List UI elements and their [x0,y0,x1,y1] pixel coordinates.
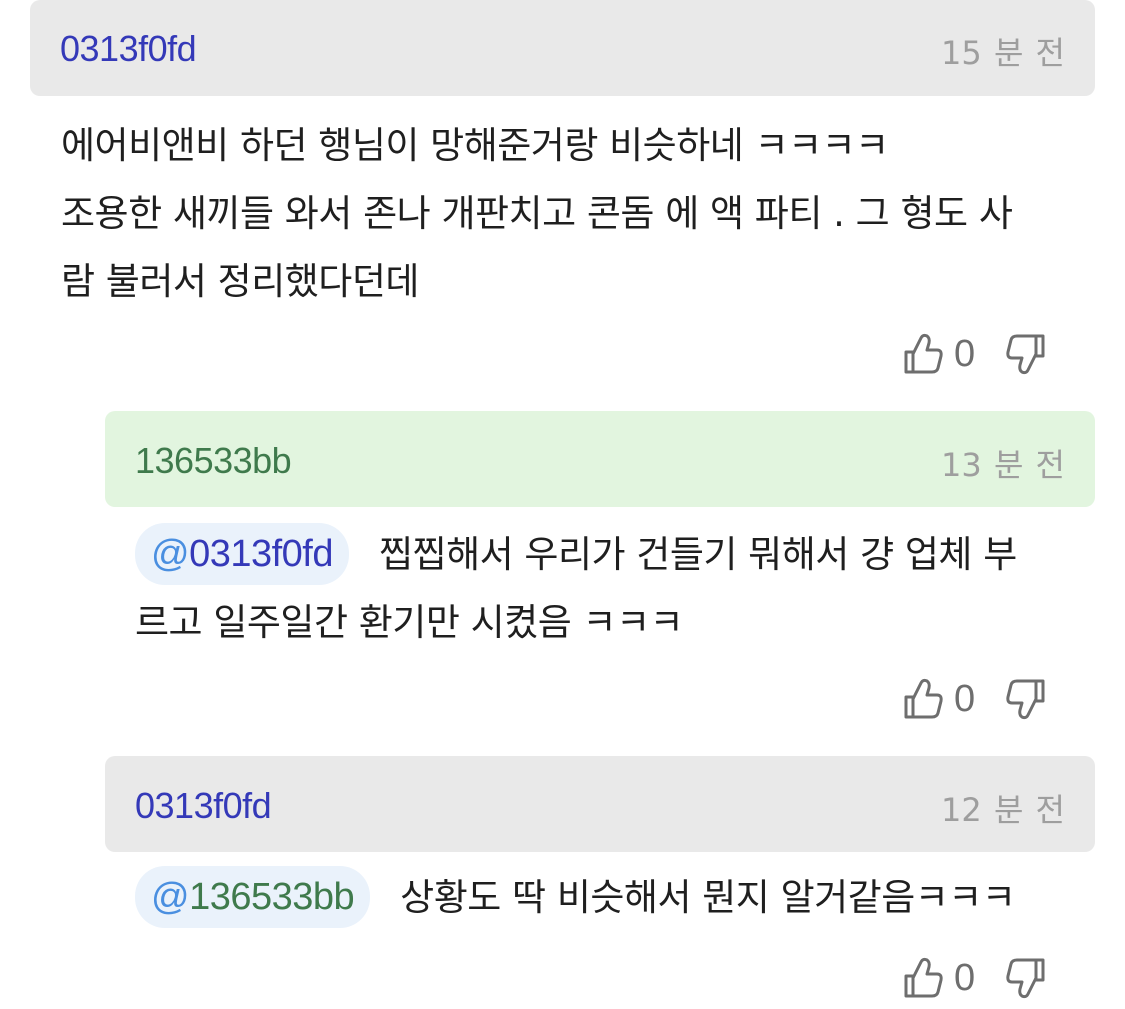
thumbs-down-icon[interactable] [1005,332,1047,376]
comment-timestamp: 15 분 전 [941,34,1065,72]
comment-username[interactable]: 0313f0fd [60,28,197,70]
vote-row: 0 [902,674,1047,724]
vote-row: 0 [902,329,1047,379]
thumbs-up-icon[interactable] [902,677,944,721]
comment-body: @136533bb 상황도 딱 비슷해서 뭔지 알거같음ㅋㅋㅋ [135,864,1110,932]
at-symbol: @ [151,532,190,575]
mention-tag[interactable]: @136533bb [135,865,371,928]
mention-tag[interactable]: @0313f0fd [135,522,349,585]
like-count: 0 [954,956,976,999]
comment-text-line: @0313f0fd 찝찝해서 우리가 건들기 뭐해서 걍 업체 부 [135,521,1110,589]
like-count: 0 [954,332,976,375]
mention-username: 0313f0fd [189,532,333,575]
comment-text: 찝찝해서 우리가 건들기 뭐해서 걍 업체 부 [379,533,1017,576]
comment-username[interactable]: 0313f0fd [135,785,272,827]
comment-header: 0313f0fd 12 분 전 [105,756,1095,852]
comment-timestamp: 13 분 전 [941,446,1065,484]
comment-text-line: 람 불러서 정리했다던데 [61,260,419,303]
at-symbol: @ [151,875,190,918]
thumbs-up-icon[interactable] [902,956,944,1000]
comment-text-line: 에어비앤비 하던 행님이 망해준거랑 비슷하네 ㅋㅋㅋㅋ [61,124,889,167]
comment-body: @0313f0fd 찝찝해서 우리가 건들기 뭐해서 걍 업체 부 르고 일주일간… [135,521,1110,657]
thumbs-down-icon[interactable] [1005,677,1047,721]
comment-header: 0313f0fd 15 분 전 [30,0,1095,96]
comment-header: 136533bb 13 분 전 [105,411,1095,507]
thumbs-up-icon[interactable] [902,332,944,376]
vote-row: 0 [902,953,1047,1003]
thumbs-down-icon[interactable] [1005,956,1047,1000]
comment-body: 에어비앤비 하던 행님이 망해준거랑 비슷하네 ㅋㅋㅋㅋ 조용한 새끼들 와서 … [61,112,1101,316]
comment-username[interactable]: 136533bb [135,440,292,482]
comment-timestamp: 12 분 전 [941,791,1065,829]
comment-text: 상황도 딱 비슷해서 뭔지 알거같음ㅋㅋㅋ [400,876,1016,919]
comment-text-line: 조용한 새끼들 와서 존나 개판치고 콘돔 에 액 파티 . 그 형도 사 [61,192,1013,235]
comment-text-line: 르고 일주일간 환기만 시켰음 ㅋㅋㅋ [135,601,684,644]
comment-text-line: @136533bb 상황도 딱 비슷해서 뭔지 알거같음ㅋㅋㅋ [135,864,1110,932]
like-count: 0 [954,677,976,720]
mention-username: 136533bb [189,875,355,918]
